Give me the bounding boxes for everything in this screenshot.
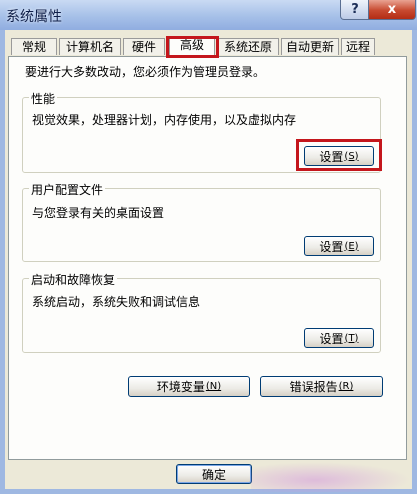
performance-settings-label: 设置 bbox=[319, 149, 344, 164]
performance-settings-mnemonic: (S) bbox=[344, 150, 359, 162]
window-title: 系统属性 bbox=[6, 9, 62, 25]
user-profiles-settings-label: 设置 bbox=[319, 239, 344, 254]
tab-hardware[interactable]: 硬件 bbox=[123, 38, 165, 55]
ok-button-label: 确定 bbox=[201, 467, 226, 482]
environment-variables-button[interactable]: 环境变量 (N) bbox=[128, 376, 250, 397]
tab-remote-label: 远程 bbox=[345, 40, 370, 54]
error-reporting-label: 错误报告 bbox=[289, 380, 338, 394]
title-bar[interactable]: 系统属性 ? x bbox=[0, 0, 417, 30]
user-profiles-description: 与您登录有关的桌面设置 bbox=[32, 206, 165, 220]
user-profiles-settings-mnemonic: (E) bbox=[344, 240, 359, 252]
performance-group: 性能 视觉效果，处理器计划，内存使用，以及虚拟内存 设置 (S) bbox=[22, 90, 382, 173]
user-profiles-settings-button[interactable]: 设置 (E) bbox=[304, 236, 374, 256]
environment-variables-label: 环境变量 bbox=[156, 380, 205, 394]
error-reporting-button[interactable]: 错误报告 (R) bbox=[260, 376, 383, 397]
tab-computer-name-label: 计算机名 bbox=[65, 40, 114, 54]
tab-automatic-updates-label: 自动更新 bbox=[285, 40, 334, 54]
startup-recovery-settings-label: 设置 bbox=[319, 331, 344, 346]
performance-description: 视觉效果，处理器计划，内存使用，以及虚拟内存 bbox=[32, 113, 297, 127]
environment-variables-mnemonic: (N) bbox=[205, 381, 222, 392]
error-reporting-mnemonic: (R) bbox=[338, 381, 354, 392]
admin-note: 要进行大多数改动，您必须作为管理员登录。 bbox=[25, 65, 266, 79]
system-properties-window: 系统属性 ? x 常规 计算机名 硬件 高级 系统还原 自动更新 远程 要进行大… bbox=[0, 0, 417, 494]
tab-remote[interactable]: 远程 bbox=[341, 38, 375, 55]
close-button[interactable]: x bbox=[368, 0, 416, 20]
tab-advanced[interactable]: 高级 bbox=[169, 36, 215, 57]
tab-system-restore-label: 系统还原 bbox=[223, 40, 272, 54]
dialog-client-area: 常规 计算机名 硬件 高级 系统还原 自动更新 远程 要进行大多数改动，您必须作… bbox=[5, 30, 412, 489]
startup-recovery-group-title: 启动和故障恢复 bbox=[29, 271, 118, 288]
startup-recovery-group: 启动和故障恢复 系统启动，系统失败和调试信息 设置 (T) bbox=[22, 271, 381, 353]
help-button[interactable]: ? bbox=[340, 0, 370, 20]
help-icon: ? bbox=[351, 2, 359, 17]
tab-advanced-label: 高级 bbox=[179, 38, 204, 52]
performance-group-title: 性能 bbox=[29, 90, 58, 107]
user-profiles-group-title: 用户配置文件 bbox=[29, 181, 106, 198]
performance-settings-button[interactable]: 设置 (S) bbox=[304, 146, 374, 166]
startup-recovery-settings-button[interactable]: 设置 (T) bbox=[304, 328, 374, 348]
tab-system-restore[interactable]: 系统还原 bbox=[217, 38, 279, 55]
tab-computer-name[interactable]: 计算机名 bbox=[59, 38, 121, 55]
user-profiles-group: 用户配置文件 与您登录有关的桌面设置 设置 (E) bbox=[22, 181, 381, 262]
ok-button[interactable]: 确定 bbox=[176, 464, 252, 484]
tab-general-label: 常规 bbox=[21, 40, 46, 54]
close-icon: x bbox=[387, 2, 397, 17]
tab-hardware-label: 硬件 bbox=[131, 40, 156, 54]
startup-recovery-description: 系统启动，系统失败和调试信息 bbox=[32, 295, 201, 309]
startup-recovery-settings-mnemonic: (T) bbox=[344, 332, 359, 344]
tab-general[interactable]: 常规 bbox=[11, 38, 57, 55]
tab-automatic-updates[interactable]: 自动更新 bbox=[281, 38, 339, 55]
